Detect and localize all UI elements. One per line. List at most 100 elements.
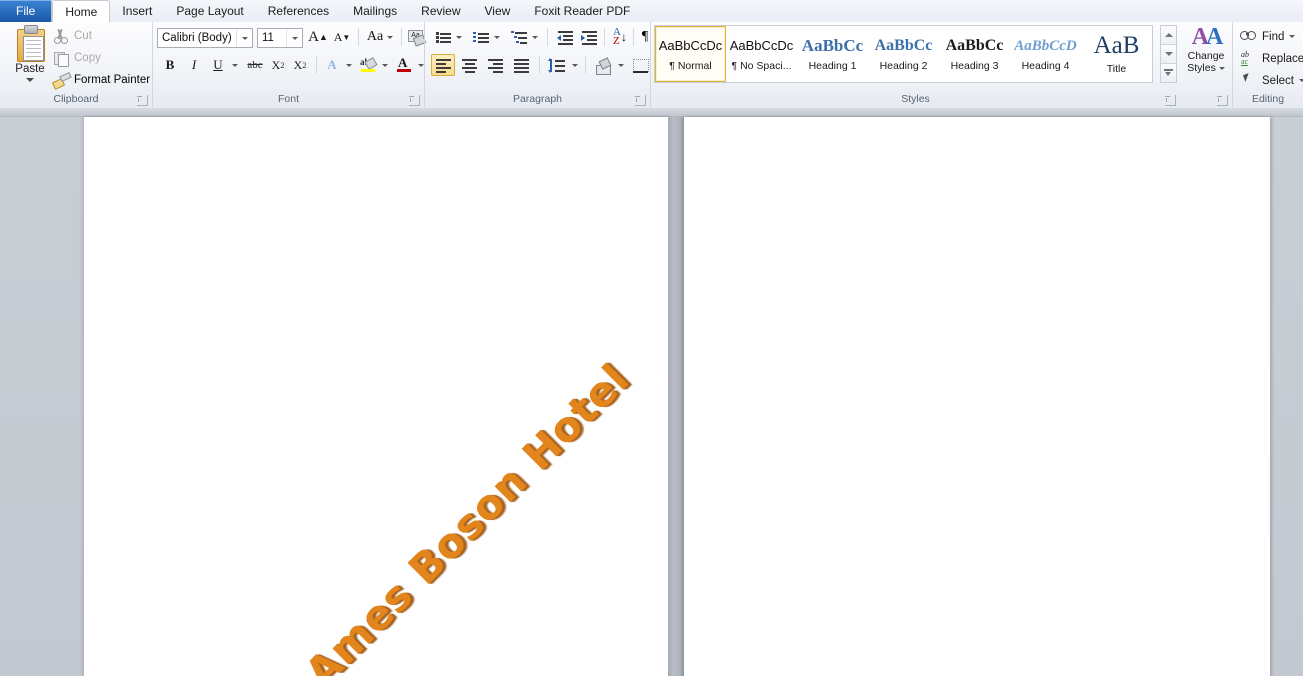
text-highlight-button[interactable]: ab <box>357 54 379 76</box>
text-effects-dropdown-button[interactable] <box>343 54 355 76</box>
document-canvas[interactable]: Ames Boson Hotel Ames Boson Hotel <box>0 108 1303 676</box>
style-title[interactable]: AaB Title <box>1081 26 1152 82</box>
document-page-1[interactable]: Ames Boson Hotel <box>84 117 668 676</box>
change-styles-label-line2: Styles <box>1187 62 1225 74</box>
ribbon-group-clipboard: Paste Cut Copy Format Painter Clipboard <box>0 22 152 108</box>
numbering-icon <box>470 27 490 47</box>
change-case-button[interactable]: Aa <box>363 26 397 48</box>
bullets-dropdown-button[interactable] <box>453 26 465 48</box>
shrink-font-button[interactable]: A ▼ <box>331 26 353 48</box>
change-styles-dialog-launcher-icon[interactable] <box>1217 95 1228 106</box>
style-heading-3[interactable]: AaBbCс Heading 3 <box>939 26 1010 82</box>
shading-button[interactable] <box>591 54 615 76</box>
line-spacing-button[interactable] <box>545 54 569 76</box>
text-effects-label: A <box>327 57 337 72</box>
styles-more-button[interactable] <box>1161 64 1176 82</box>
format-painter-button[interactable]: Format Painter <box>51 70 151 90</box>
font-group-label: Font <box>277 93 299 105</box>
ribbon: Paste Cut Copy Format Painter Clipboard <box>0 22 1303 109</box>
editing-group-label: Editing <box>1251 93 1285 105</box>
font-size-dropdown-icon[interactable] <box>286 29 302 47</box>
justify-button[interactable] <box>509 54 533 76</box>
paragraph-dialog-launcher-icon[interactable] <box>635 95 646 106</box>
style-heading-1[interactable]: AaBbCс Heading 1 <box>797 26 868 82</box>
underline-dropdown-button[interactable] <box>229 54 241 76</box>
styles-dialog-launcher-icon[interactable] <box>1165 95 1176 106</box>
highlight-dropdown-button[interactable] <box>379 54 391 76</box>
font-color-icon: A <box>395 55 413 74</box>
format-painter-label: Format Painter <box>74 74 151 86</box>
increase-indent-button[interactable] <box>577 26 599 48</box>
chevron-down-icon[interactable] <box>1289 35 1296 38</box>
multilevel-dropdown-button[interactable] <box>529 26 541 48</box>
bold-label: B <box>165 57 175 72</box>
chevron-down-icon[interactable] <box>1298 79 1303 82</box>
style-normal[interactable]: AaBbCcDc ¶ Normal <box>655 26 726 82</box>
align-left-button[interactable] <box>431 54 455 76</box>
chevron-down-icon[interactable] <box>26 78 34 82</box>
styles-scroll-up-button[interactable] <box>1161 26 1176 45</box>
sort-button[interactable]: A Z ↓ <box>609 26 631 48</box>
font-size-combobox[interactable]: 11 <box>257 28 303 48</box>
multilevel-list-button[interactable] <box>507 26 529 48</box>
cut-button[interactable]: Cut <box>52 26 92 46</box>
grow-font-button[interactable]: A ▲ <box>307 26 329 48</box>
styles-group-label: Styles <box>901 93 930 105</box>
chevron-down-icon <box>494 35 500 39</box>
numbering-button[interactable] <box>469 26 491 48</box>
line-spacing-dropdown-button[interactable] <box>569 54 581 76</box>
tab-view[interactable]: View <box>473 1 523 22</box>
copy-button[interactable]: Copy <box>52 48 101 68</box>
underline-button[interactable]: U <box>207 54 229 76</box>
bullets-button[interactable] <box>431 26 453 48</box>
font-name-dropdown-icon[interactable] <box>236 29 252 47</box>
tab-page-layout[interactable]: Page Layout <box>164 1 255 22</box>
shading-dropdown-button[interactable] <box>615 54 627 76</box>
tab-mailings[interactable]: Mailings <box>341 1 409 22</box>
tab-references[interactable]: References <box>256 1 341 22</box>
subscript-button[interactable]: X2 <box>267 54 289 76</box>
italic-button[interactable]: I <box>183 54 205 76</box>
ribbon-group-font: Calibri (Body) 11 A ▲ A ▼ Aa Aa B I U ab… <box>152 22 427 108</box>
tab-insert[interactable]: Insert <box>110 1 164 22</box>
style-no-spacing[interactable]: AaBbCcDc ¶ No Spaci... <box>726 26 797 82</box>
style-heading-4[interactable]: AaBbCcD Heading 4 <box>1010 26 1081 82</box>
paste-clipboard-icon <box>14 25 46 62</box>
styles-scroll-buttons <box>1160 25 1177 83</box>
select-button[interactable]: Select <box>1239 70 1303 91</box>
cut-label: Cut <box>74 30 92 42</box>
document-page-2[interactable]: Ames Boson Hotel <box>684 117 1270 676</box>
tab-review[interactable]: Review <box>409 1 472 22</box>
style-heading-2[interactable]: AaBbCc Heading 2 <box>868 26 939 82</box>
font-name-combobox[interactable]: Calibri (Body) <box>157 28 253 48</box>
clipboard-dialog-launcher-icon[interactable] <box>137 95 148 106</box>
italic-label: I <box>191 57 197 72</box>
paste-button[interactable]: Paste <box>8 24 52 88</box>
center-button[interactable] <box>457 54 481 76</box>
tab-home[interactable]: Home <box>52 0 111 23</box>
style-name: Heading 1 <box>808 60 857 72</box>
text-effects-button[interactable]: A <box>321 54 343 76</box>
strikethrough-button[interactable]: abc <box>243 54 267 76</box>
change-styles-icon: AA <box>1191 24 1224 50</box>
font-dialog-launcher-icon[interactable] <box>409 95 420 106</box>
grow-font-label: A <box>308 28 319 45</box>
numbering-dropdown-button[interactable] <box>491 26 503 48</box>
superscript-button[interactable]: X2 <box>289 54 311 76</box>
style-name: Heading 2 <box>879 60 928 72</box>
font-color-button[interactable]: A <box>393 54 415 76</box>
align-right-button[interactable] <box>483 54 507 76</box>
tab-foxit-reader-pdf[interactable]: Foxit Reader PDF <box>522 1 642 22</box>
tab-file[interactable]: File <box>0 0 53 22</box>
styles-scroll-down-button[interactable] <box>1161 45 1176 64</box>
borders-button[interactable] <box>629 54 651 76</box>
replace-button[interactable]: ab ac Replace <box>1239 48 1303 69</box>
chevron-down-icon[interactable] <box>387 35 394 39</box>
wordart-ames-boson-hotel-page1[interactable]: Ames Boson Hotel <box>296 354 638 676</box>
change-styles-button[interactable]: AA Change Styles <box>1180 24 1232 88</box>
style-preview: AaB <box>1093 33 1140 59</box>
style-name: Heading 3 <box>950 60 999 72</box>
decrease-indent-button[interactable] <box>553 26 575 48</box>
find-button[interactable]: Find <box>1239 26 1296 47</box>
bold-button[interactable]: B <box>159 54 181 76</box>
